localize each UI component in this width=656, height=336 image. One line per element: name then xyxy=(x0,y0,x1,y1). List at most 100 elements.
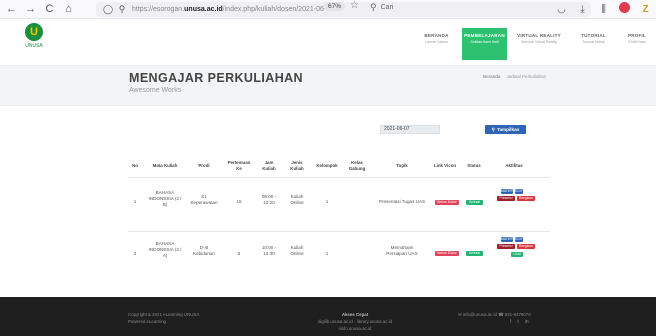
pocket-icon[interactable]: ◡ xyxy=(555,4,568,15)
menu-title: PEMBELAJARAN xyxy=(464,33,505,38)
forward-button[interactable]: → xyxy=(23,2,38,17)
menu-title: BERANDA xyxy=(424,33,449,38)
social-links: f t in xyxy=(510,319,529,325)
facebook-icon[interactable]: f xyxy=(510,319,511,325)
edit-button[interactable]: EDIT xyxy=(515,237,523,242)
main-menu: BERANDA Laman Utama PEMBELAJARAN Sekilas… xyxy=(414,28,656,60)
menu-sub: Laman Utama xyxy=(425,40,448,44)
date-input[interactable]: 2021-06-07 xyxy=(380,125,440,134)
lock-icon: ⚲ xyxy=(118,4,126,14)
link-vicon-badge[interactable]: Belum Diatur xyxy=(435,251,459,256)
cell-jenis: Kuliah Online xyxy=(284,194,310,206)
rangkum-button[interactable]: Rangkum xyxy=(517,244,535,249)
zoom-level[interactable]: 67% xyxy=(324,2,346,11)
site-footer: Copyright & 2021 eLearning UNUSA. Powere… xyxy=(0,297,656,336)
table-row: 1 BAHASA INDONESIA (2 /B) S1 Keperawatan 1… xyxy=(128,187,550,227)
cell-line: Online xyxy=(290,200,304,206)
url-path: /index.php/kuliah/dosen/2021-06-07 xyxy=(222,6,334,13)
menu-sub: Profil Kami xyxy=(628,40,646,44)
back-button[interactable]: ← xyxy=(4,2,19,17)
menu-item-beranda[interactable]: BERANDA Laman Utama xyxy=(414,28,459,60)
browser-search-box[interactable]: ⚲ Cari xyxy=(370,1,490,14)
search-icon: ⚲ xyxy=(370,2,377,12)
cell-pertemuan: 5 xyxy=(237,251,241,256)
logo-text: UNUSA xyxy=(25,43,43,49)
menu-title: PROFIL xyxy=(627,33,647,38)
lihat-button[interactable]: Lihat xyxy=(511,252,523,257)
menu-item-pembelajaran[interactable]: PEMBELAJARAN Sekilas Kami Ikuti xyxy=(462,28,507,60)
header-line: Kuliah xyxy=(290,166,304,171)
row-divider xyxy=(128,231,550,232)
cell-matkul: BAHASA INDONESIA (2 /A) xyxy=(146,241,184,260)
breadcrumb-home[interactable]: Beranda xyxy=(483,74,500,79)
reload-button[interactable]: C xyxy=(42,2,57,17)
bookmark-star-icon[interactable]: ☆ xyxy=(350,0,359,11)
menu-title: TUTORIAL xyxy=(581,33,606,38)
page-title-band: MENGAJAR PERKULIAHAN Awesome Works Beran… xyxy=(0,65,656,106)
col-header-topik: Topik xyxy=(396,163,408,168)
rangkum-button[interactable]: Rangkum xyxy=(517,196,535,201)
linkedin-icon[interactable]: in xyxy=(525,319,529,325)
breadcrumb: Beranda Jadwal Perkuliahan xyxy=(483,74,546,79)
cell-jam: 10:00 -14:30 xyxy=(256,245,282,257)
url-text[interactable]: https://esorogan.unusa.ac.id/index.php/k… xyxy=(132,6,334,13)
menu-item-tutorial[interactable]: TUTORIAL Tutorial Kuliah xyxy=(571,28,616,60)
page-title: MENGAJAR PERKULIAHAN xyxy=(129,71,303,85)
status-badge: Selesai xyxy=(466,251,483,256)
cell-prodi: D-III Kebidanan xyxy=(188,245,220,257)
powered-line: Powered eLearning xyxy=(128,319,167,324)
tampilkan-button[interactable]: ⚲ Tampilkan xyxy=(485,125,526,134)
logo-mark: U xyxy=(25,23,43,41)
cell-line: A) xyxy=(162,253,168,259)
breadcrumb-current: Jadwal Perkuliahan xyxy=(506,74,547,79)
link-vicon-badge[interactable]: Belum Diatur xyxy=(435,200,459,205)
materi-button[interactable]: MATERI xyxy=(501,237,513,242)
col-header-jam: Jam Kuliah xyxy=(256,160,282,172)
home-button[interactable]: ⌂ xyxy=(61,2,76,17)
edit-button[interactable]: EDIT xyxy=(515,189,523,194)
cell-kelompok: 1 xyxy=(325,251,329,256)
presensi-button[interactable]: Presensi xyxy=(497,196,515,201)
search-placeholder: Cari xyxy=(380,4,394,11)
cell-line: 10:20 xyxy=(263,200,275,206)
site-logo[interactable]: U UNUSA xyxy=(22,23,46,59)
url-prefix: https://esorogan. xyxy=(132,6,185,13)
header-line: Ke xyxy=(236,166,242,171)
cell-topik: Presentasi Tugas UAS xyxy=(378,199,426,204)
col-header-kelompok: Kelompok xyxy=(316,163,338,168)
cell-matkul: BAHASA INDONESIA (2 /B) xyxy=(146,190,184,209)
cell-jenis: Kuliah Online xyxy=(284,245,310,257)
quick-link[interactable]: digilib.unusa.ac.id · library.unusa.ac.i… xyxy=(310,318,400,325)
cell-pertemuan: 15 xyxy=(236,199,242,204)
menu-item-virtual-reality[interactable]: VIRTUAL REALITY Sekolah Virtual Reality xyxy=(510,28,568,60)
library-icon[interactable]: ⫼ xyxy=(597,4,610,15)
download-icon[interactable]: ⤓ xyxy=(576,4,589,15)
footer-contact: ✉ info@unusa.ac.id ☎ 031-8479070 xyxy=(458,312,531,317)
col-header-kelas-gabung: Kelas Gabung xyxy=(344,160,370,172)
page-subtitle: Awesome Works xyxy=(129,87,182,94)
search-icon: ⚲ xyxy=(491,126,495,132)
url-domain: unusa.ac.id xyxy=(184,6,223,13)
col-header-status: Status xyxy=(467,163,481,168)
menu-sub: Sekolah Virtual Reality xyxy=(520,40,558,44)
presensi-button[interactable]: Presensi xyxy=(497,244,515,249)
menu-sub: Tutorial Kuliah xyxy=(582,40,605,44)
extension-icon[interactable] xyxy=(618,2,631,16)
menu-item-profil[interactable]: PROFIL Profil Kami xyxy=(619,28,655,60)
footer-quick-links: Akses Cepat digilib.unusa.ac.id · librar… xyxy=(310,311,400,332)
cell-no: 1 xyxy=(133,199,137,204)
menu-title: VIRTUAL REALITY xyxy=(517,33,561,38)
quick-link[interactable]: sisfo.unusa.ac.id xyxy=(310,325,400,332)
col-header-matkul: Mata Kuliah xyxy=(152,163,178,168)
cell-line: 14:30 xyxy=(263,251,275,257)
cell-no: 2 xyxy=(133,251,137,256)
cell-prodi: S1 Keperawatan xyxy=(188,194,220,206)
header-line: Gabung xyxy=(348,166,366,171)
twitter-icon[interactable]: t xyxy=(517,319,518,325)
cell-line: Kebidanan xyxy=(193,251,215,257)
col-header-link: Link Vicon xyxy=(433,163,457,168)
table-row: 2 BAHASA INDONESIA (2 /A) D-III Kebidanan … xyxy=(128,235,550,281)
quick-links-heading: Akses Cepat xyxy=(341,312,369,317)
materi-button[interactable]: MATERI xyxy=(501,189,513,194)
extension-z-icon[interactable]: Z xyxy=(639,4,652,15)
